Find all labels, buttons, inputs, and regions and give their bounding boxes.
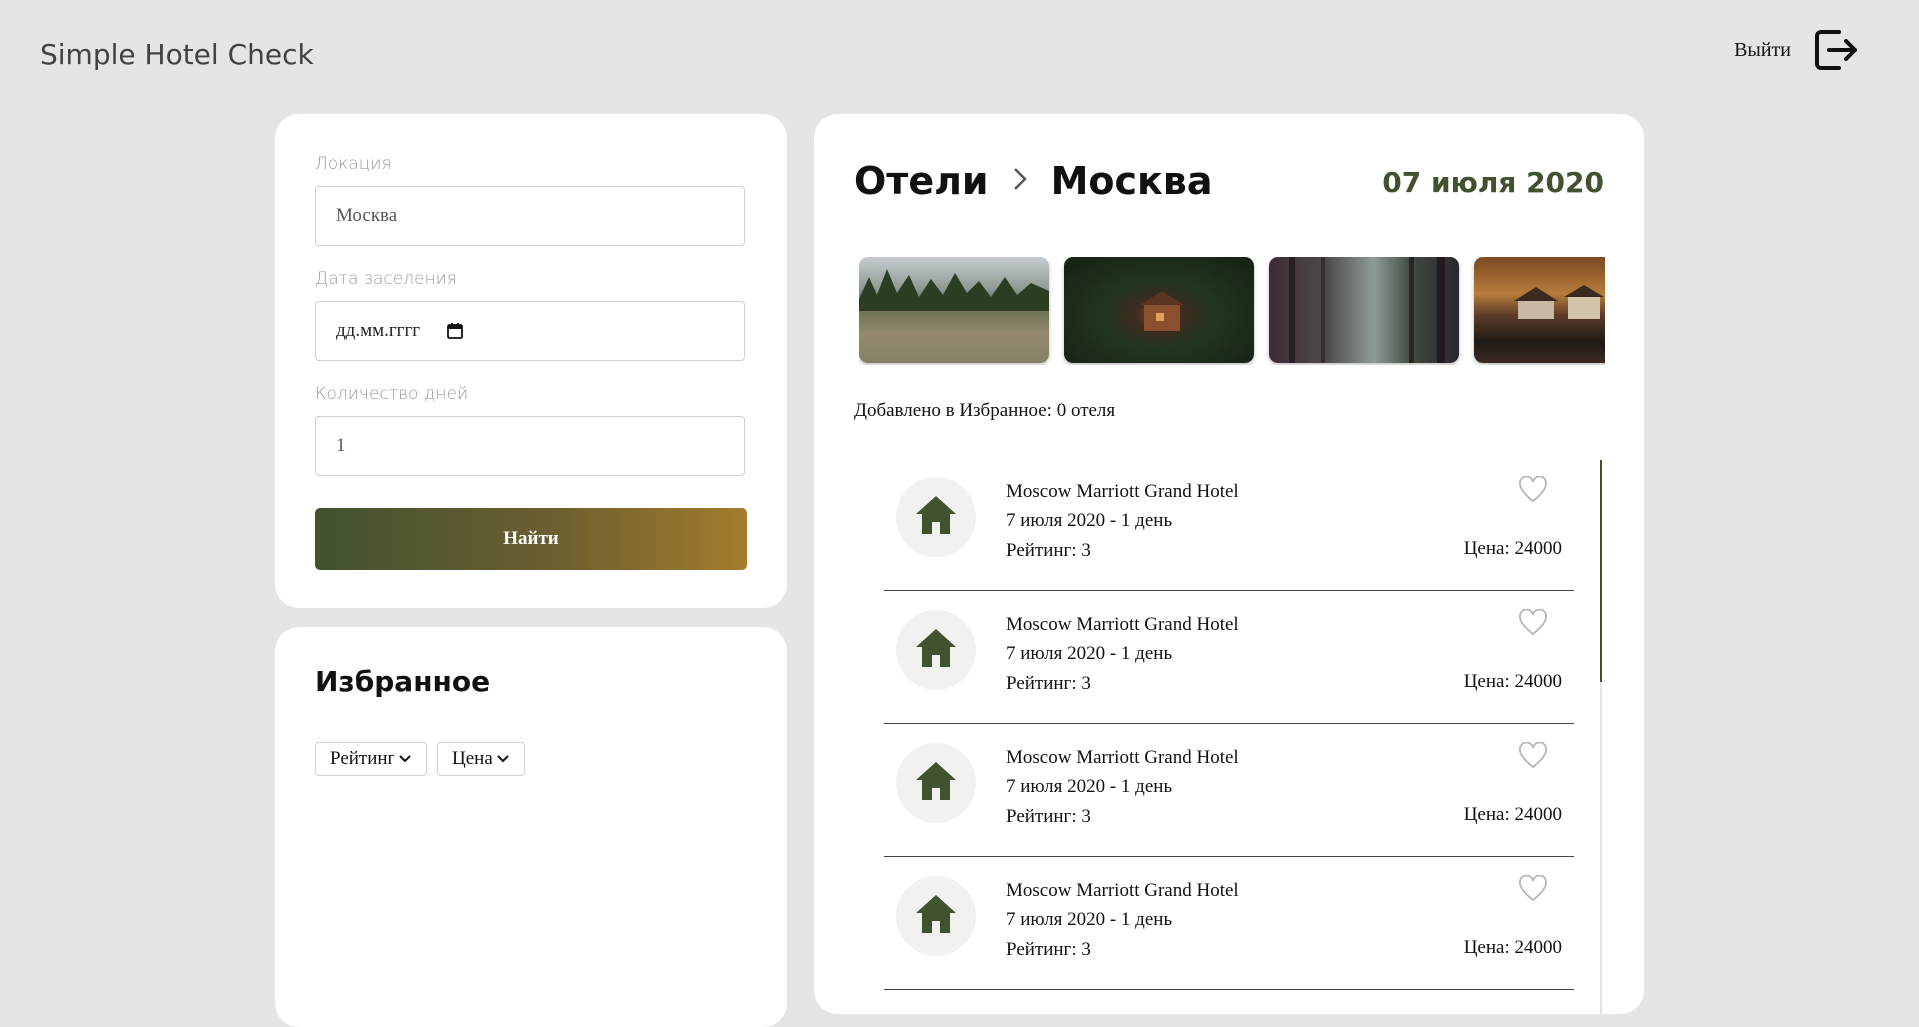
selected-date: 07 июля 2020 [1382,166,1604,199]
calendar-icon[interactable] [446,322,464,340]
hotel-price: Цена: 24000 [1463,804,1562,825]
hotel-dates: 7 июля 2020 - 1 день [1006,643,1173,664]
hotel-name: Moscow Marriott Grand Hotel [1006,880,1239,901]
gallery-photo[interactable] [1269,257,1459,363]
photo-carousel[interactable] [859,257,1605,365]
hotel-dates: 7 июля 2020 - 1 день [1006,909,1173,930]
hotel-row[interactable]: Moscow Marriott Grand Hotel 7 июля 2020 … [884,459,1574,591]
house-icon [914,893,958,940]
hotel-avatar [896,876,976,956]
sort-price-label: Цена [452,748,492,769]
gallery-photo[interactable] [859,257,1049,363]
hotel-name: Moscow Marriott Grand Hotel [1006,481,1239,502]
house-icon [914,760,958,807]
heart-icon[interactable] [1518,476,1548,503]
hotel-rating: Рейтинг: 3 [1006,673,1091,694]
hotel-dates: 7 июля 2020 - 1 день [1006,510,1173,531]
logout-button[interactable]: Выйти [1734,26,1859,74]
heart-icon[interactable] [1518,875,1548,902]
chevron-right-icon [1011,159,1029,203]
hotel-row[interactable]: Moscow Marriott Grand Hotel 7 июля 2020 … [884,725,1574,857]
find-button[interactable]: Найти [315,508,747,570]
favorites-panel: Избранное Рейтинг Цена [275,627,787,1027]
hotel-rating: Рейтинг: 3 [1006,939,1091,960]
house-icon [914,494,958,541]
hotel-dates: 7 июля 2020 - 1 день [1006,776,1173,797]
days-label: Количество дней [315,384,469,404]
hotel-avatar [896,477,976,557]
heart-icon[interactable] [1518,609,1548,636]
location-label: Локация [315,154,392,174]
hotel-price: Цена: 24000 [1463,538,1562,559]
chevron-down-icon [496,748,510,770]
sort-rating-select[interactable]: Рейтинг [315,742,427,776]
hotel-name: Moscow Marriott Grand Hotel [1006,614,1239,635]
breadcrumb-root[interactable]: Отели [854,159,989,203]
hotel-list: Moscow Marriott Grand Hotel 7 июля 2020 … [884,459,1574,991]
hotel-avatar [896,610,976,690]
logout-label: Выйти [1734,38,1791,61]
breadcrumb-city: Москва [1050,159,1213,203]
top-bar: Simple Hotel Check Выйти [0,0,1919,110]
checkin-label: Дата заселения [315,269,457,289]
sort-rating-label: Рейтинг [330,748,394,769]
gallery-photo[interactable] [1474,257,1605,363]
hotels-panel: Отели Москва 07 июля 2020 Добавлено в Из… [814,114,1644,1014]
search-panel: Локация Москва Дата заселения дд.мм.гггг… [275,114,787,608]
hotel-rating: Рейтинг: 3 [1006,806,1091,827]
checkin-date-input[interactable]: дд.мм.гггг [315,301,745,361]
location-input[interactable]: Москва [315,186,745,246]
hotel-rating: Рейтинг: 3 [1006,540,1091,561]
days-input[interactable]: 1 [315,416,745,476]
hotel-row[interactable]: Moscow Marriott Grand Hotel 7 июля 2020 … [884,858,1574,990]
app-title: Simple Hotel Check [40,38,314,71]
hotel-price: Цена: 24000 [1463,671,1562,692]
hotel-avatar [896,743,976,823]
favorites-count: Добавлено в Избранное: 0 отеля [854,400,1116,421]
house-icon [914,627,958,674]
chevron-down-icon [398,748,412,770]
logout-icon [1811,26,1859,74]
hotel-name: Moscow Marriott Grand Hotel [1006,747,1239,768]
sort-price-select[interactable]: Цена [437,742,525,776]
gallery-photo[interactable] [1064,257,1254,363]
hotel-price: Цена: 24000 [1463,937,1562,958]
checkin-date-value: дд.мм.гггг [336,320,421,341]
heart-icon[interactable] [1518,742,1548,769]
breadcrumb: Отели Москва [854,159,1213,203]
favorites-title: Избранное [315,665,491,698]
hotel-row[interactable]: Moscow Marriott Grand Hotel 7 июля 2020 … [884,592,1574,724]
hotel-list-scroll-thumb[interactable] [1600,460,1602,682]
